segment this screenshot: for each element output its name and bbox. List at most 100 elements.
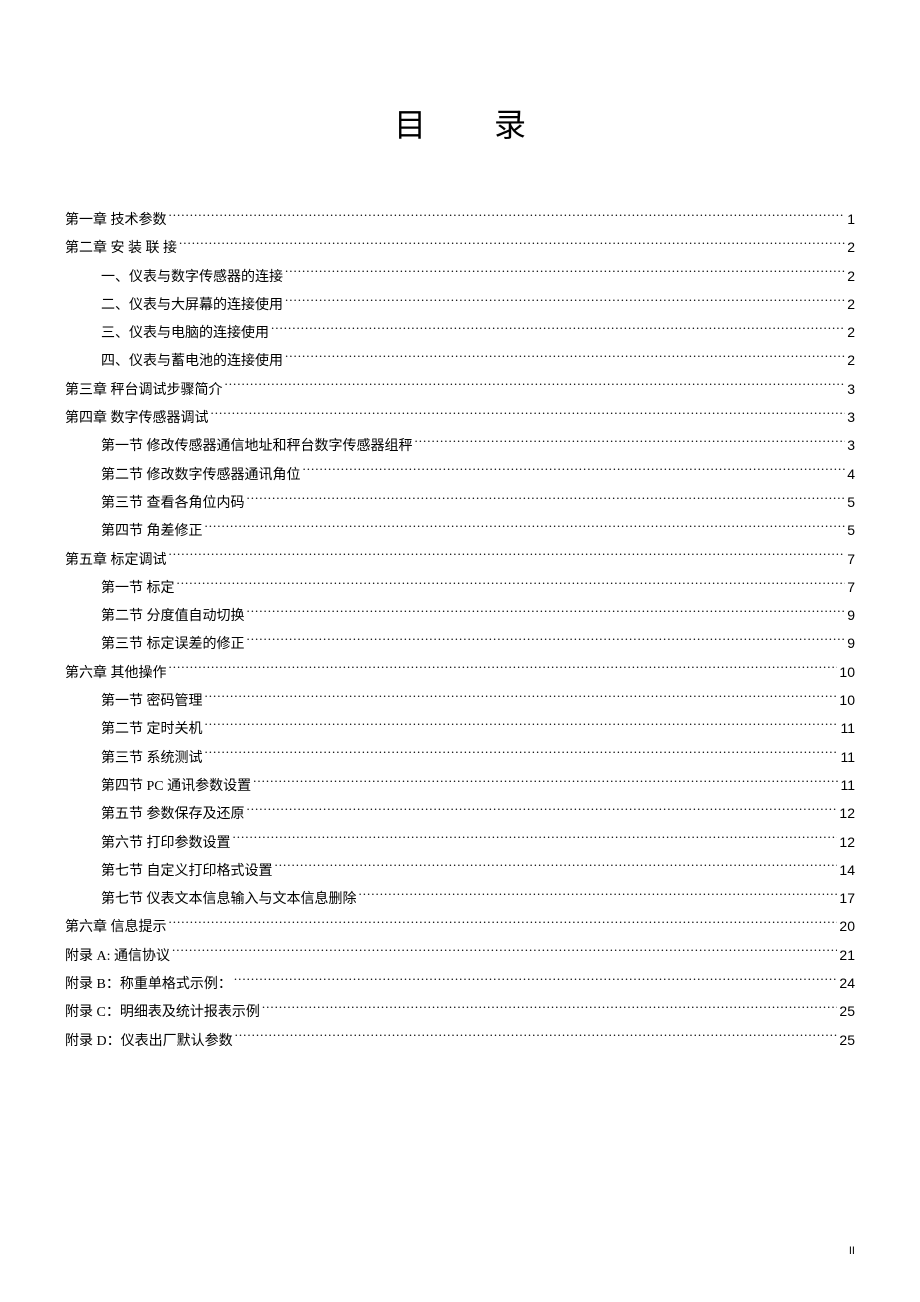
- toc-leader-dots: [247, 493, 846, 507]
- toc-entry-label: 第一节 标定: [101, 575, 175, 602]
- toc-entry-page: 1: [847, 206, 855, 233]
- toc-entry-label: 第七节 自定义打印格式设置: [101, 858, 273, 885]
- toc-leader-dots: [285, 267, 845, 281]
- toc-leader-dots: [205, 748, 839, 762]
- toc-entry-label: 一、仪表与数字传感器的连接: [101, 264, 283, 291]
- toc-entry: 第二章 安 装 联 接2: [65, 234, 855, 262]
- toc-leader-dots: [285, 295, 845, 309]
- toc-entry-label: 第二节 分度值自动切换: [101, 603, 245, 630]
- toc-entry: 二、仪表与大屏幕的连接使用 2: [65, 291, 855, 319]
- toc-entry: 第七节 仪表文本信息输入与文本信息删除17: [65, 885, 855, 913]
- toc-entry-label: 第三节 标定误差的修正: [101, 631, 245, 658]
- toc-leader-dots: [303, 465, 846, 479]
- toc-entry-label: 第四节 PC 通讯参数设置: [101, 773, 251, 800]
- toc-entry: 第四章 数字传感器调试3: [65, 404, 855, 432]
- document-title: 目 录: [65, 100, 855, 146]
- toc-leader-dots: [225, 380, 846, 394]
- toc-leader-dots: [271, 323, 845, 337]
- toc-entry-page: 2: [847, 291, 855, 318]
- toc-leader-dots: [247, 804, 838, 818]
- toc-entry: 第三节 查看各角位内码5: [65, 489, 855, 517]
- toc-entry: 第四节 PC 通讯参数设置 11: [65, 772, 855, 800]
- toc-entry-page: 4: [847, 461, 855, 488]
- toc-entry-label: 第一节 修改传感器通信地址和秤台数字传感器组秤: [101, 433, 413, 460]
- toc-entry-page: 2: [847, 263, 855, 290]
- toc-entry-page: 11: [840, 772, 855, 799]
- toc-entry-page: 14: [839, 857, 855, 884]
- toc-entry-label: 附录 C：明细表及统计报表示例: [65, 999, 260, 1026]
- toc-entry: 第三章 秤台调试步骤简介 3: [65, 376, 855, 404]
- toc-leader-dots: [359, 889, 838, 903]
- toc-entry: 第一节 标定 7: [65, 574, 855, 602]
- toc-entry-label: 第一节 密码管理: [101, 688, 203, 715]
- toc-entry-page: 5: [847, 517, 855, 544]
- toc-entry-label: 四、仪表与蓄电池的连接使用: [101, 348, 283, 375]
- toc-entry: 第二节 分度值自动切换 9: [65, 602, 855, 630]
- toc-entry: 第一节 密码管理 10: [65, 687, 855, 715]
- toc-entry-page: 21: [839, 942, 855, 969]
- toc-leader-dots: [179, 238, 845, 252]
- toc-entry-page: 10: [839, 687, 855, 714]
- toc-entry-page: 2: [847, 347, 855, 374]
- toc-entry-page: 20: [839, 913, 855, 940]
- toc-entry-page: 24: [839, 970, 855, 997]
- toc-entry-label: 第三节 查看各角位内码: [101, 490, 245, 517]
- toc-entry-page: 7: [847, 546, 855, 573]
- toc-entry: 第五章 标定调试 7: [65, 546, 855, 574]
- toc-entry: 第一节 修改传感器通信地址和秤台数字传感器组秤 3: [65, 432, 855, 460]
- toc-entry: 第四节 角差修正5: [65, 517, 855, 545]
- toc-entry: 附录 A: 通信协议 21: [65, 942, 855, 970]
- toc-entry-page: 3: [847, 404, 855, 431]
- toc-entry-label: 第五章 标定调试: [65, 547, 167, 574]
- toc-entry-page: 9: [847, 602, 855, 629]
- toc-entry-label: 附录 A: 通信协议: [65, 943, 170, 970]
- toc-entry-page: 10: [839, 659, 855, 686]
- toc-entry-page: 3: [847, 376, 855, 403]
- toc-leader-dots: [415, 436, 846, 450]
- toc-entry-page: 11: [840, 744, 855, 771]
- toc-entry-label: 附录 D：仪表出厂默认参数: [65, 1028, 233, 1055]
- toc-entry-label: 二、仪表与大屏幕的连接使用: [101, 292, 283, 319]
- toc-entry-label: 第三节 系统测试: [101, 745, 203, 772]
- toc-entry-page: 17: [839, 885, 855, 912]
- toc-entry: 附录 D：仪表出厂默认参数 25: [65, 1027, 855, 1055]
- toc-entry-label: 第二章 安 装 联 接: [65, 235, 177, 262]
- toc-entry-label: 第二节 修改数字传感器通讯角位: [101, 462, 301, 489]
- toc-leader-dots: [169, 663, 838, 677]
- toc-entry-label: 第三章 秤台调试步骤简介: [65, 377, 223, 404]
- toc-entry-page: 9: [847, 630, 855, 657]
- toc-entry-page: 25: [839, 1027, 855, 1054]
- toc-entry-label: 第六章 信息提示: [65, 914, 167, 941]
- toc-entry: 第六节 打印参数设置12: [65, 829, 855, 857]
- toc-entry: 四、仪表与蓄电池的连接使用 2: [65, 347, 855, 375]
- toc-entry: 第三节 标定误差的修正 9: [65, 630, 855, 658]
- toc-entry: 第二节 定时关机 11: [65, 715, 855, 743]
- toc-leader-dots: [247, 634, 846, 648]
- toc-leader-dots: [235, 1031, 838, 1045]
- toc-leader-dots: [211, 408, 846, 422]
- toc-leader-dots: [262, 1002, 838, 1016]
- toc-entry-page: 7: [847, 574, 855, 601]
- toc-entry-page: 2: [847, 319, 855, 346]
- toc-entry: 第五节 参数保存及还原12: [65, 800, 855, 828]
- toc-entry-page: 11: [840, 715, 855, 742]
- toc-leader-dots: [233, 833, 838, 847]
- toc-leader-dots: [172, 946, 837, 960]
- toc-leader-dots: [247, 606, 846, 620]
- toc-leader-dots: [275, 861, 838, 875]
- toc-entry: 附录 B：称重单格式示例：24: [65, 970, 855, 998]
- toc-leader-dots: [253, 776, 838, 790]
- toc-entry-page: 3: [847, 432, 855, 459]
- toc-entry-label: 第二节 定时关机: [101, 716, 203, 743]
- toc-entry-label: 三、仪表与电脑的连接使用: [101, 320, 269, 347]
- toc-entry: 第二节 修改数字传感器通讯角位 4: [65, 461, 855, 489]
- toc-leader-dots: [205, 719, 839, 733]
- toc-entry-label: 第六章 其他操作: [65, 660, 167, 687]
- toc-entry: 第六章 信息提示 20: [65, 913, 855, 941]
- toc-entry-page: 25: [839, 998, 855, 1025]
- toc-entry: 第七节 自定义打印格式设置 14: [65, 857, 855, 885]
- toc-leader-dots: [169, 210, 846, 224]
- toc-entry: 一、仪表与数字传感器的连接 2: [65, 263, 855, 291]
- toc-entry-label: 第六节 打印参数设置: [101, 830, 231, 857]
- toc-leader-dots: [285, 351, 845, 365]
